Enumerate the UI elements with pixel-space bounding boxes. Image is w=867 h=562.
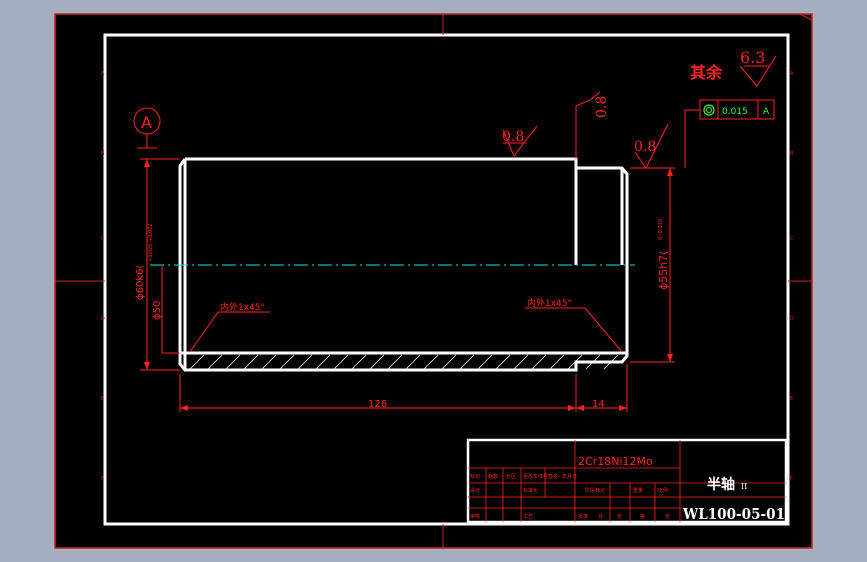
svg-text:D: D [790,316,794,322]
title-cell: 张 [665,513,670,520]
title-cell: 第 [640,513,645,520]
title-cell: 审核 [470,513,480,520]
title-cell: 阶段标记 [585,487,605,494]
svg-text:F: F [101,476,104,482]
title-cell: 共 [598,513,603,520]
title-cell: 年月日 [562,473,577,480]
roughness-step: 0.8 [594,96,610,118]
svg-text:A: A [790,71,794,77]
datum-label: A [141,113,152,132]
svg-text:B: B [101,151,105,157]
chamfer-right-label: 内外1x45° [527,297,572,309]
svg-text:C: C [101,236,105,242]
dim-dia-small: ϕ55h7( [657,250,670,290]
title-cell: 标准化 [523,487,538,494]
dim-dia-large-tol: +0.021 +0.002 [148,223,154,262]
svg-text:E: E [790,396,793,402]
title-cell: 设计 [470,487,480,494]
svg-text:C: C [790,236,794,242]
drawing-canvas: A B C D E F A B C D E F 0.015 A A 其余 6.3 0.8 0.8… [54,13,813,549]
title-part-name-suffix: II [741,482,747,491]
title-part-name: 半轴 [707,476,735,493]
title-drawing-number: WL100-05-01 [682,505,785,523]
tolerance-datum: A [763,107,770,117]
roughness-top-left: 0.8 [502,129,524,145]
dim-length-main: 126 [368,399,387,410]
title-material: 2Cr18Ni12Mo [578,455,653,468]
tolerance-value: 0.015 [722,107,748,117]
drawing-sheet [54,13,813,549]
roughness-top-mid: 0.8 [634,139,656,155]
title-cell: 标记 [470,473,480,480]
svg-text:B: B [790,151,794,157]
title-cell: 重量 [633,487,643,494]
title-cell: 处数 [488,473,498,480]
title-cell: 分区 [506,473,516,480]
title-cell: 批准 [578,513,588,520]
title-cell: 签名 [548,473,558,480]
title-cell: 比例 [658,487,668,494]
title-cell: 更改文件号 [523,473,548,480]
dim-dia-small-tol: 0 -0.030 [658,219,664,240]
svg-text:D: D [101,316,105,322]
dim-dia-large: ϕ60k6( [135,265,146,300]
title-cell: 张 [617,513,622,520]
svg-text:E: E [101,396,104,402]
svg-text:F: F [790,476,793,482]
title-cell: 工艺 [523,514,533,520]
chamfer-left-label: 内外1x45° [220,301,265,313]
roughness-other-label: 其余 [690,63,723,82]
dim-dia-bore: ϕ50 [152,301,163,320]
dim-length-step: 14 [592,399,605,410]
svg-text:A: A [101,71,105,77]
roughness-other-value: 6.3 [740,48,765,67]
